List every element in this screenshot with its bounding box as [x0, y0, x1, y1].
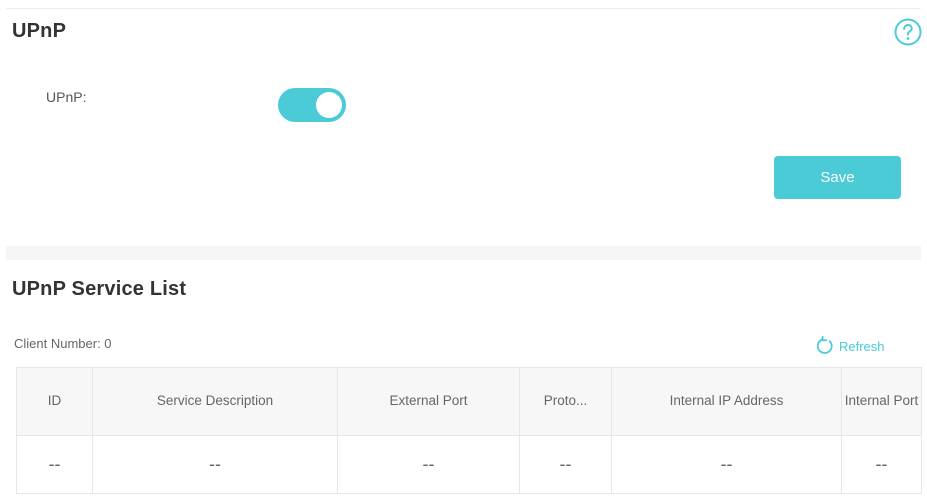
column-header-service-description[interactable]: Service Description: [92, 367, 338, 436]
upnp-section-title: UPnP: [12, 20, 67, 42]
upnp-toggle-label: UPnP:: [46, 89, 87, 105]
column-header-internal-port[interactable]: Internal Port: [841, 367, 922, 436]
section-divider: [6, 246, 921, 260]
refresh-icon: [816, 335, 833, 354]
column-header-external-port[interactable]: External Port: [337, 367, 520, 436]
save-button[interactable]: Save: [774, 156, 901, 199]
table-cell: --: [611, 435, 842, 494]
upnp-settings-panel: UPnP UPnP: Save: [6, 8, 923, 246]
refresh-button[interactable]: Refresh: [814, 335, 885, 357]
service-list-panel: UPnP Service List Client Number: 0 Refre…: [6, 260, 922, 497]
table-header-row: ID Service Description External Port Pro…: [16, 367, 922, 436]
column-header-internal-ip-address[interactable]: Internal IP Address: [611, 367, 842, 436]
upnp-toggle[interactable]: [278, 88, 346, 122]
column-header-id[interactable]: ID: [16, 367, 93, 436]
table-cell: --: [16, 435, 93, 494]
table-cell: --: [841, 435, 922, 494]
table-cell: --: [92, 435, 338, 494]
service-table: ID Service Description External Port Pro…: [16, 367, 922, 494]
table-row: -- -- -- -- -- --: [16, 435, 922, 494]
refresh-label: Refresh: [839, 338, 885, 354]
client-number-text: Client Number: 0: [14, 336, 112, 351]
table-cell: --: [337, 435, 520, 494]
toggle-knob: [316, 92, 342, 118]
table-cell: --: [519, 435, 612, 494]
column-header-protocol[interactable]: Proto...: [519, 367, 612, 436]
question-circle-icon[interactable]: [893, 17, 923, 47]
service-list-title: UPnP Service List: [12, 278, 187, 300]
